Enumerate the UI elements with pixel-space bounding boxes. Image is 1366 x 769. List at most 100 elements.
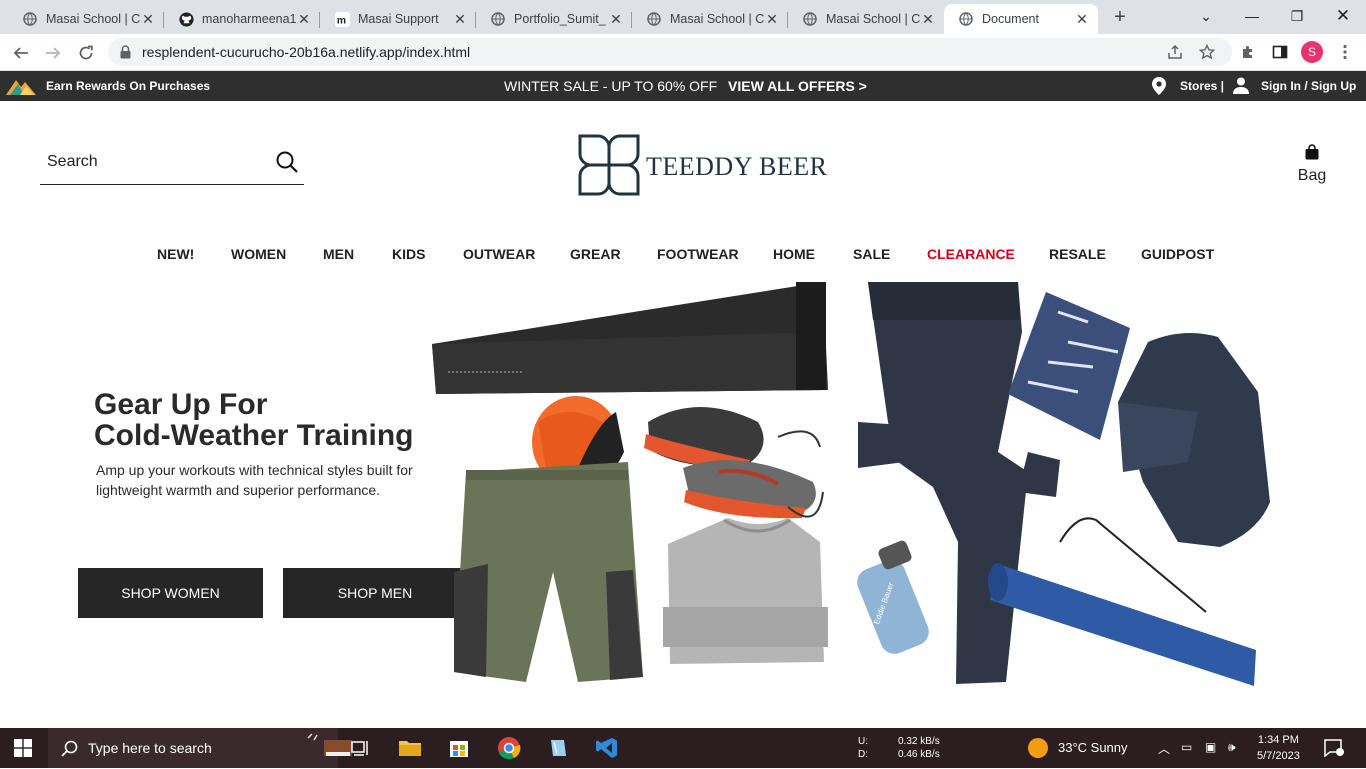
url-text[interactable]: resplendent-cucurucho-20b16a.netlify.app… — [142, 44, 470, 60]
close-tab-icon[interactable]: ✕ — [608, 11, 624, 28]
volume-icon[interactable]: 🕪 — [1228, 740, 1236, 755]
minimize-button[interactable]: — — [1238, 4, 1266, 28]
hero-subtitle: Amp up your workouts with technical styl… — [96, 462, 413, 498]
tab-title: manoharmeena1 — [202, 12, 296, 26]
close-tab-icon[interactable]: ✕ — [1074, 11, 1090, 28]
glass-app-icon[interactable] — [546, 736, 570, 760]
navy-sweatshirt-image — [1118, 333, 1270, 547]
green-shorts-image — [454, 462, 643, 682]
search-input[interactable] — [47, 150, 267, 174]
nav-item-home[interactable]: HOME — [773, 246, 815, 262]
share-icon[interactable] — [1166, 43, 1184, 61]
hero-title: Gear Up For Cold-Weather Training — [94, 389, 413, 451]
forward-button[interactable] — [40, 40, 66, 66]
tab-title: Masai Support — [358, 12, 439, 26]
globe-icon — [22, 11, 38, 27]
bag-button[interactable]: Bag — [1292, 144, 1332, 186]
close-window-button[interactable]: ✕ — [1329, 4, 1357, 28]
weather-text[interactable]: 33°C Sunny — [1058, 740, 1128, 755]
location-pin-icon[interactable] — [1152, 77, 1166, 100]
search-icon[interactable] — [276, 151, 298, 178]
chrome-menu-icon[interactable] — [1335, 42, 1355, 62]
vscode-icon[interactable] — [595, 736, 619, 760]
grey-shirt-image — [663, 518, 828, 664]
nav-item-kids[interactable]: KIDS — [392, 246, 425, 262]
show-hidden-icons-chevron-icon[interactable]: ︿ — [1158, 740, 1170, 757]
view-all-offers-link[interactable]: VIEW ALL OFFERS > — [728, 78, 867, 94]
restore-button[interactable]: ❐ — [1283, 4, 1311, 28]
network-speed-labels: U: D: — [858, 735, 868, 761]
nav-item-resale[interactable]: RESALE — [1049, 246, 1106, 262]
browser-tab[interactable]: Masai School | Co ✕ — [788, 4, 944, 34]
chrome-taskbar-icon[interactable] — [497, 736, 521, 760]
browser-tab[interactable]: Masai School | Co ✕ — [632, 4, 788, 34]
forward-arrow-icon — [46, 47, 61, 59]
stores-link[interactable]: Stores | — [1180, 79, 1224, 93]
close-tab-icon[interactable]: ✕ — [764, 11, 780, 28]
close-tab-icon[interactable]: ✕ — [920, 11, 936, 28]
masai-m-icon: m — [334, 11, 350, 27]
close-tab-icon[interactable]: ✕ — [452, 11, 468, 28]
network-speed-values: 0.32 kB/s 0.46 kB/s — [898, 735, 940, 761]
tab-title: Masai School | Co — [46, 12, 140, 26]
sign-in-link[interactable]: Sign In / Sign Up — [1261, 79, 1356, 93]
globe-icon — [958, 11, 974, 27]
clock-time: 1:34 PM — [1257, 734, 1299, 746]
bookmark-star-icon[interactable] — [1198, 43, 1216, 61]
nav-item-new[interactable]: NEW! — [157, 246, 194, 262]
browser-toolbar: resplendent-cucurucho-20b16a.netlify.app… — [0, 34, 1366, 71]
brand-logo[interactable]: TEEDDY BEER — [578, 134, 838, 198]
taskbar-clock[interactable]: 1:34 PM 5/7/2023 — [1257, 732, 1300, 764]
nav-item-footwear[interactable]: FOOTWEAR — [657, 246, 739, 262]
task-view-icon[interactable] — [348, 736, 372, 760]
mountain-logo-icon[interactable] — [6, 76, 36, 101]
reload-icon — [79, 45, 93, 60]
side-panel-icon[interactable] — [1270, 42, 1290, 62]
nav-item-grear[interactable]: GREAR — [570, 246, 621, 262]
notification-center-icon[interactable] — [1324, 739, 1344, 762]
network-icon[interactable]: ▣ — [1205, 740, 1216, 754]
browser-tab[interactable]: Portfolio_Sumit_ ✕ — [476, 4, 632, 34]
nav-item-men[interactable]: MEN — [323, 246, 354, 262]
search-icon — [61, 740, 78, 762]
site-search — [40, 146, 304, 185]
weather-sun-icon[interactable] — [1028, 738, 1048, 758]
hero-title-line2: Cold-Weather Training — [94, 419, 414, 452]
battery-icon[interactable]: ▭ — [1181, 740, 1192, 754]
tab-search-chevron-icon[interactable]: ⌄ — [1192, 4, 1220, 28]
sneakers-image — [644, 407, 824, 519]
taskbar-search-box[interactable]: Type here to search — [48, 728, 352, 768]
microsoft-store-icon[interactable] — [447, 736, 471, 760]
windows-start-icon[interactable] — [14, 739, 32, 762]
nav-item-sale[interactable]: SALE — [853, 246, 890, 262]
nav-item-clearance[interactable]: CLEARANCE — [927, 246, 1015, 262]
address-bar[interactable]: resplendent-cucurucho-20b16a.netlify.app… — [108, 38, 1232, 66]
promo-bar: Earn Rewards On Purchases WINTER SALE - … — [0, 71, 1366, 101]
shop-women-button[interactable]: SHOP WOMEN — [78, 568, 263, 618]
black-tights-image — [432, 282, 828, 394]
new-tab-button[interactable]: + — [1109, 6, 1131, 28]
file-explorer-icon[interactable] — [398, 736, 422, 760]
profile-avatar[interactable]: S — [1301, 41, 1323, 63]
nav-item-women[interactable]: WOMEN — [231, 246, 286, 262]
browser-tab[interactable]: Masai School | Co ✕ — [8, 4, 164, 34]
svg-text:m: m — [336, 15, 345, 26]
close-tab-icon[interactable]: ✕ — [140, 11, 156, 28]
nav-item-guidpost[interactable]: GUIDPOST — [1141, 246, 1214, 262]
nav-item-outwear[interactable]: OUTWEAR — [463, 246, 535, 262]
close-tab-icon[interactable]: ✕ — [296, 11, 312, 28]
github-icon — [178, 11, 194, 27]
user-icon[interactable] — [1233, 77, 1249, 99]
browser-tab[interactable]: m Masai Support ✕ — [320, 4, 476, 34]
earn-rewards-link[interactable]: Earn Rewards On Purchases — [46, 79, 210, 93]
browser-tab[interactable]: manoharmeena1 ✕ — [164, 4, 320, 34]
net-up-label: U: — [858, 736, 868, 747]
winter-sale-text: WINTER SALE - UP TO 60% OFF — [504, 78, 718, 94]
lock-icon[interactable] — [120, 45, 131, 64]
reload-button[interactable] — [73, 40, 99, 66]
back-button[interactable] — [8, 40, 34, 66]
net-up-value: 0.32 kB/s — [898, 736, 940, 747]
extensions-puzzle-icon[interactable] — [1238, 42, 1258, 62]
browser-tab-active[interactable]: Document ✕ — [944, 4, 1098, 34]
back-arrow-icon — [13, 47, 28, 59]
